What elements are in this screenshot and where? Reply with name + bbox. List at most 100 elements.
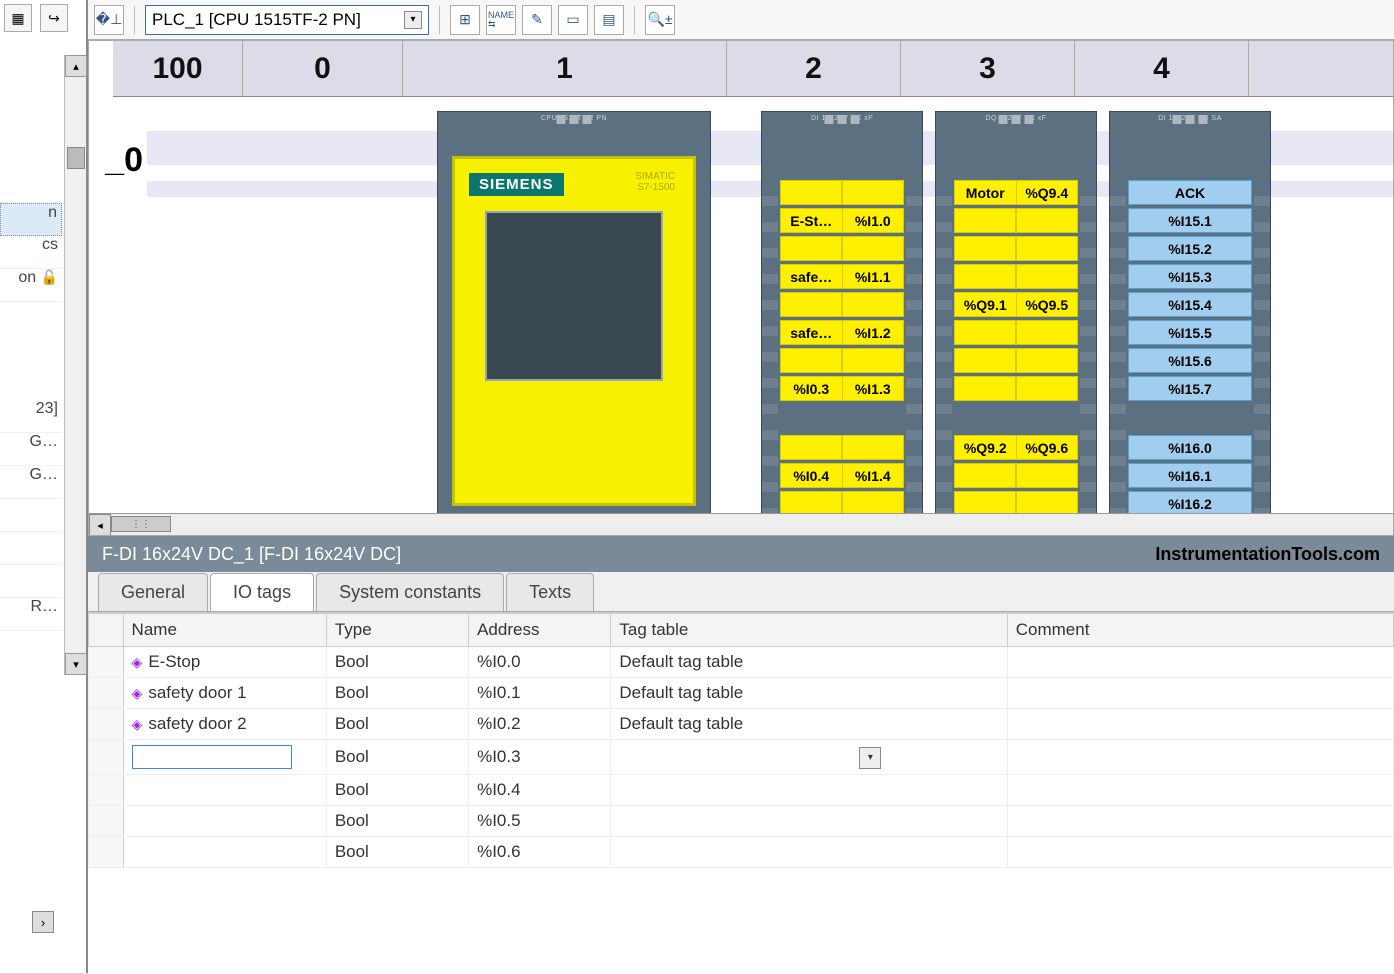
io-channel[interactable]: ACK [1128, 180, 1252, 205]
tb-icon-5[interactable]: ▤ [594, 5, 624, 35]
tag-type-cell[interactable]: Bool [326, 709, 468, 740]
io-tag-row[interactable]: safety door 2Bool%I0.2Default tag table [89, 709, 1394, 740]
tag-type-cell[interactable]: Bool [326, 740, 468, 775]
io-channel[interactable]: %Q9.2%Q9.6 [954, 435, 1078, 460]
scroll-up-button[interactable]: ▴ [65, 55, 87, 77]
scroll-down-button[interactable]: ▾ [65, 653, 87, 675]
tag-comment-cell[interactable] [1007, 775, 1393, 806]
tag-address-cell[interactable]: %I0.0 [469, 647, 611, 678]
io-channel[interactable]: %I16.1 [1128, 463, 1252, 488]
col-header-address[interactable]: Address [469, 614, 611, 647]
tag-name-input[interactable] [132, 745, 292, 769]
tag-comment-cell[interactable] [1007, 837, 1393, 868]
tag-name-cell[interactable]: safety door 1 [123, 678, 326, 709]
tag-name-cell[interactable] [123, 775, 326, 806]
tag-address-cell[interactable]: %I0.4 [469, 775, 611, 806]
rack-h-scrollbar[interactable]: ◂ ⋮⋮ [89, 513, 1393, 535]
io-channel[interactable] [954, 320, 1078, 345]
tag-name-cell[interactable]: safety door 2 [123, 709, 326, 740]
tag-table-cell[interactable] [611, 837, 1007, 868]
io-channel[interactable] [954, 463, 1078, 488]
plc-selector[interactable]: PLC_1 [CPU 1515TF-2 PN] ▾ [145, 5, 429, 35]
tree-row[interactable] [0, 170, 62, 203]
left-icon-1[interactable]: ▦ [4, 4, 32, 32]
io-channel[interactable]: %I15.4 [1128, 292, 1252, 317]
left-scrollbar[interactable]: ▴ ▾ [64, 55, 86, 675]
tb-icon-4[interactable]: ▭ [558, 5, 588, 35]
tag-address-cell[interactable]: %I0.6 [469, 837, 611, 868]
tag-comment-cell[interactable] [1007, 709, 1393, 740]
col-header-icon[interactable] [89, 614, 124, 647]
tb-icon-3[interactable]: ✎ [522, 5, 552, 35]
col-header-name[interactable]: Name [123, 614, 326, 647]
io-channel[interactable] [780, 292, 904, 317]
tag-address-cell[interactable]: %I0.1 [469, 678, 611, 709]
io-tag-row[interactable]: Bool%I0.3▾ [89, 740, 1394, 775]
tree-row[interactable]: R… [0, 598, 62, 631]
tagtable-dropdown-button[interactable]: ▾ [859, 747, 881, 769]
tab-general[interactable]: General [98, 573, 208, 611]
tree-row[interactable] [0, 565, 62, 598]
tab-io-tags[interactable]: IO tags [210, 573, 314, 611]
topology-icon[interactable]: �⊥ [94, 5, 124, 35]
io-channel[interactable] [780, 180, 904, 205]
tag-table-cell[interactable]: ▾ [611, 740, 1007, 775]
device-rack-view[interactable]: 10001234 _0 CPU 1515TF-2 PN SIEMENS SIMA… [88, 40, 1394, 536]
io-channel[interactable] [954, 264, 1078, 289]
col-header-tag-table[interactable]: Tag table [611, 614, 1007, 647]
tag-table-cell[interactable]: Default tag table [611, 709, 1007, 740]
tag-address-cell[interactable]: %I0.2 [469, 709, 611, 740]
tree-row[interactable]: n [0, 203, 62, 236]
zoom-icon[interactable]: 🔍± [645, 5, 675, 35]
io-channel[interactable]: Motor%Q9.4 [954, 180, 1078, 205]
io-channel[interactable]: safe…%I1.1 [780, 264, 904, 289]
io-channel[interactable]: %Q9.1%Q9.5 [954, 292, 1078, 317]
io-channel[interactable]: %I15.2 [1128, 236, 1252, 261]
tag-type-cell[interactable]: Bool [326, 837, 468, 868]
tag-address-cell[interactable]: %I0.5 [469, 806, 611, 837]
tag-type-cell[interactable]: Bool [326, 678, 468, 709]
tag-type-cell[interactable]: Bool [326, 647, 468, 678]
tree-row[interactable] [0, 499, 62, 532]
left-icon-2[interactable]: ↪ [40, 4, 68, 32]
io-channel[interactable]: %I16.0 [1128, 435, 1252, 460]
tag-table-cell[interactable] [611, 806, 1007, 837]
tree-row[interactable]: G… [0, 466, 62, 499]
io-tag-row[interactable]: Bool%I0.4 [89, 775, 1394, 806]
tag-type-cell[interactable]: Bool [326, 775, 468, 806]
tag-comment-cell[interactable] [1007, 740, 1393, 775]
io-channel[interactable]: %I0.4%I1.4 [780, 463, 904, 488]
tree-row[interactable]: 23] [0, 400, 62, 433]
tab-texts[interactable]: Texts [506, 573, 594, 611]
tag-name-cell[interactable] [123, 806, 326, 837]
io-channel[interactable] [954, 236, 1078, 261]
io-tag-row[interactable]: safety door 1Bool%I0.1Default tag table [89, 678, 1394, 709]
module-slot-2[interactable]: DI 16x24V DC xF E-St…%I1.0safe…%I1.1safe… [761, 111, 923, 521]
tab-system-constants[interactable]: System constants [316, 573, 504, 611]
io-channel[interactable] [780, 348, 904, 373]
io-channel[interactable]: safe…%I1.2 [780, 320, 904, 345]
module-slot-3[interactable]: DQ 8x24V DC xF Motor%Q9.4%Q9.1%Q9.5%Q9.2… [935, 111, 1097, 521]
io-tag-row[interactable]: Bool%I0.6 [89, 837, 1394, 868]
col-header-type[interactable]: Type [326, 614, 468, 647]
col-header-comment[interactable]: Comment [1007, 614, 1393, 647]
io-channel[interactable]: %I15.5 [1128, 320, 1252, 345]
tag-name-cell[interactable]: E-Stop [123, 647, 326, 678]
tag-table-cell[interactable]: Default tag table [611, 678, 1007, 709]
tag-name-cell[interactable] [123, 740, 326, 775]
io-channel[interactable] [780, 435, 904, 460]
io-channel[interactable]: %I15.6 [1128, 348, 1252, 373]
io-channel[interactable]: %I15.1 [1128, 208, 1252, 233]
expand-right-button[interactable]: › [32, 911, 54, 933]
chevron-down-icon[interactable]: ▾ [404, 11, 422, 29]
io-channel[interactable] [780, 236, 904, 261]
module-cpu[interactable]: CPU 1515TF-2 PN SIEMENS SIMATIC S7-1500 [437, 111, 711, 521]
tag-name-cell[interactable] [123, 837, 326, 868]
tree-row[interactable]: cs [0, 236, 62, 269]
io-channel[interactable]: %I15.3 [1128, 264, 1252, 289]
tree-row[interactable]: G… [0, 433, 62, 466]
io-channel[interactable]: %I0.3%I1.3 [780, 376, 904, 401]
tag-comment-cell[interactable] [1007, 647, 1393, 678]
module-slot-4[interactable]: DI 16x24V DC SA ACK%I15.1%I15.2%I15.3%I1… [1109, 111, 1271, 521]
io-channel[interactable] [954, 208, 1078, 233]
